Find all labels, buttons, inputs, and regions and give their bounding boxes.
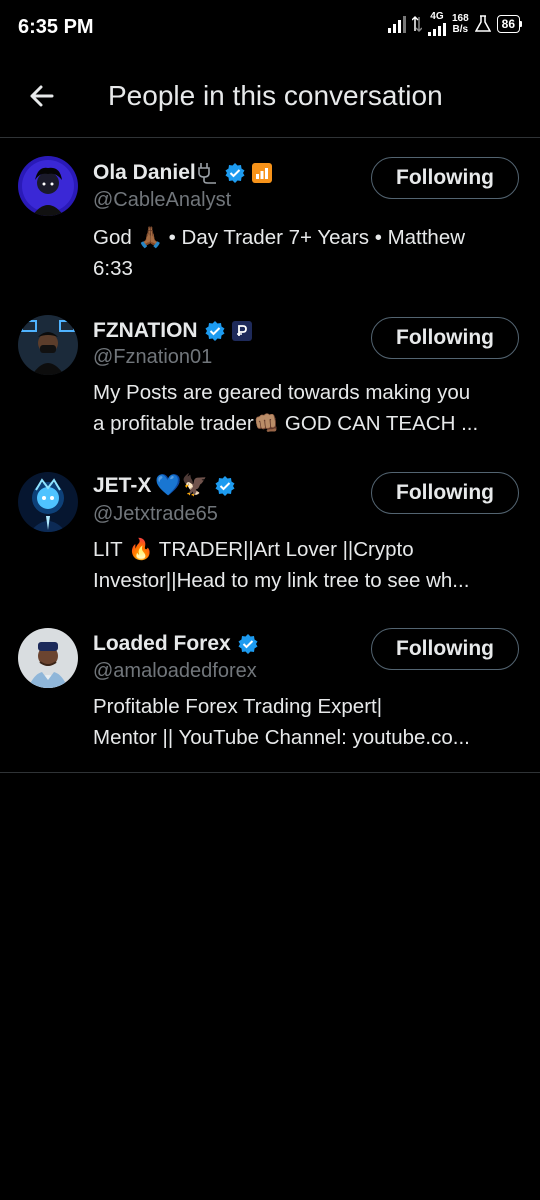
following-button[interactable]: Following xyxy=(371,317,519,359)
following-button[interactable]: Following xyxy=(371,628,519,670)
display-name: Ola Daniel xyxy=(93,161,196,184)
avatar[interactable] xyxy=(18,628,78,688)
status-time: 6:35 PM xyxy=(18,16,94,38)
list-item[interactable]: Ola Daniel @CableAnalyst God 🙏🏾 • Day Tr… xyxy=(0,138,540,295)
flask-icon xyxy=(474,15,491,33)
bio: My Posts are geared towards making you a… xyxy=(93,381,479,435)
p-badge-icon xyxy=(231,321,252,341)
network-type: 4G xyxy=(430,11,444,22)
status-icons: 4G 168 B/s 86 xyxy=(387,11,522,36)
people-list: Ola Daniel @CableAnalyst God 🙏🏾 • Day Tr… xyxy=(0,138,540,773)
handle: @Jetxtrade65 xyxy=(93,503,218,525)
back-button[interactable] xyxy=(26,80,58,112)
handle: @Fznation01 xyxy=(93,346,213,368)
verified-badge-icon xyxy=(214,475,236,497)
network-speed: 168 B/s xyxy=(451,13,469,35)
signal-icon-2 xyxy=(427,22,446,36)
name-row: Ola Daniel xyxy=(93,159,272,187)
handle: @amaloadedforex xyxy=(93,660,257,682)
display-name: Loaded Forex xyxy=(93,632,231,655)
verified-badge-icon xyxy=(204,320,226,342)
bio: LIT 🔥 TRADER||Art Lover ||Crypto Investo… xyxy=(93,538,470,592)
list-item[interactable]: JET-X 💙🦅 @Jetxtrade65 LIT 🔥 TRADER||Art … xyxy=(0,454,540,610)
display-name: FZNATION xyxy=(93,319,198,342)
display-name: JET-X xyxy=(93,474,152,497)
bio: Profitable Forex Trading Expert| Mentor … xyxy=(93,695,470,749)
bio: God 🙏🏾 • Day Trader 7+ Years • Matthew 6… xyxy=(93,226,466,280)
battery-icon: 86 xyxy=(496,15,522,33)
following-button[interactable]: Following xyxy=(371,157,519,199)
header: People in this conversation xyxy=(0,56,540,138)
list-item[interactable]: FZNATION @Fznation01 My Posts are geared… xyxy=(0,295,540,454)
verified-badge-icon xyxy=(224,162,246,184)
verified-badge-icon xyxy=(237,633,259,655)
status-bar: 6:35 PM 4G 168 B/s 86 xyxy=(0,0,540,56)
page-title: People in this conversation xyxy=(108,80,443,111)
name-row: FZNATION xyxy=(93,317,252,345)
name-emoji: 💙🦅 xyxy=(155,474,208,497)
plug-icon xyxy=(196,161,218,185)
avatar[interactable] xyxy=(18,156,78,216)
list-item[interactable]: Loaded Forex @amaloadedforex Profitable … xyxy=(0,610,540,773)
name-row: JET-X 💙🦅 xyxy=(93,472,236,500)
signal-icon xyxy=(387,15,406,33)
following-button[interactable]: Following xyxy=(371,472,519,514)
handle: @CableAnalyst xyxy=(93,189,232,211)
data-arrows-icon xyxy=(411,15,422,33)
avatar[interactable] xyxy=(18,315,78,375)
arrow-left-icon xyxy=(30,85,54,107)
battery-level: 86 xyxy=(496,15,520,33)
chart-badge-icon xyxy=(251,163,272,183)
avatar[interactable] xyxy=(18,472,78,532)
name-row: Loaded Forex xyxy=(93,630,259,658)
